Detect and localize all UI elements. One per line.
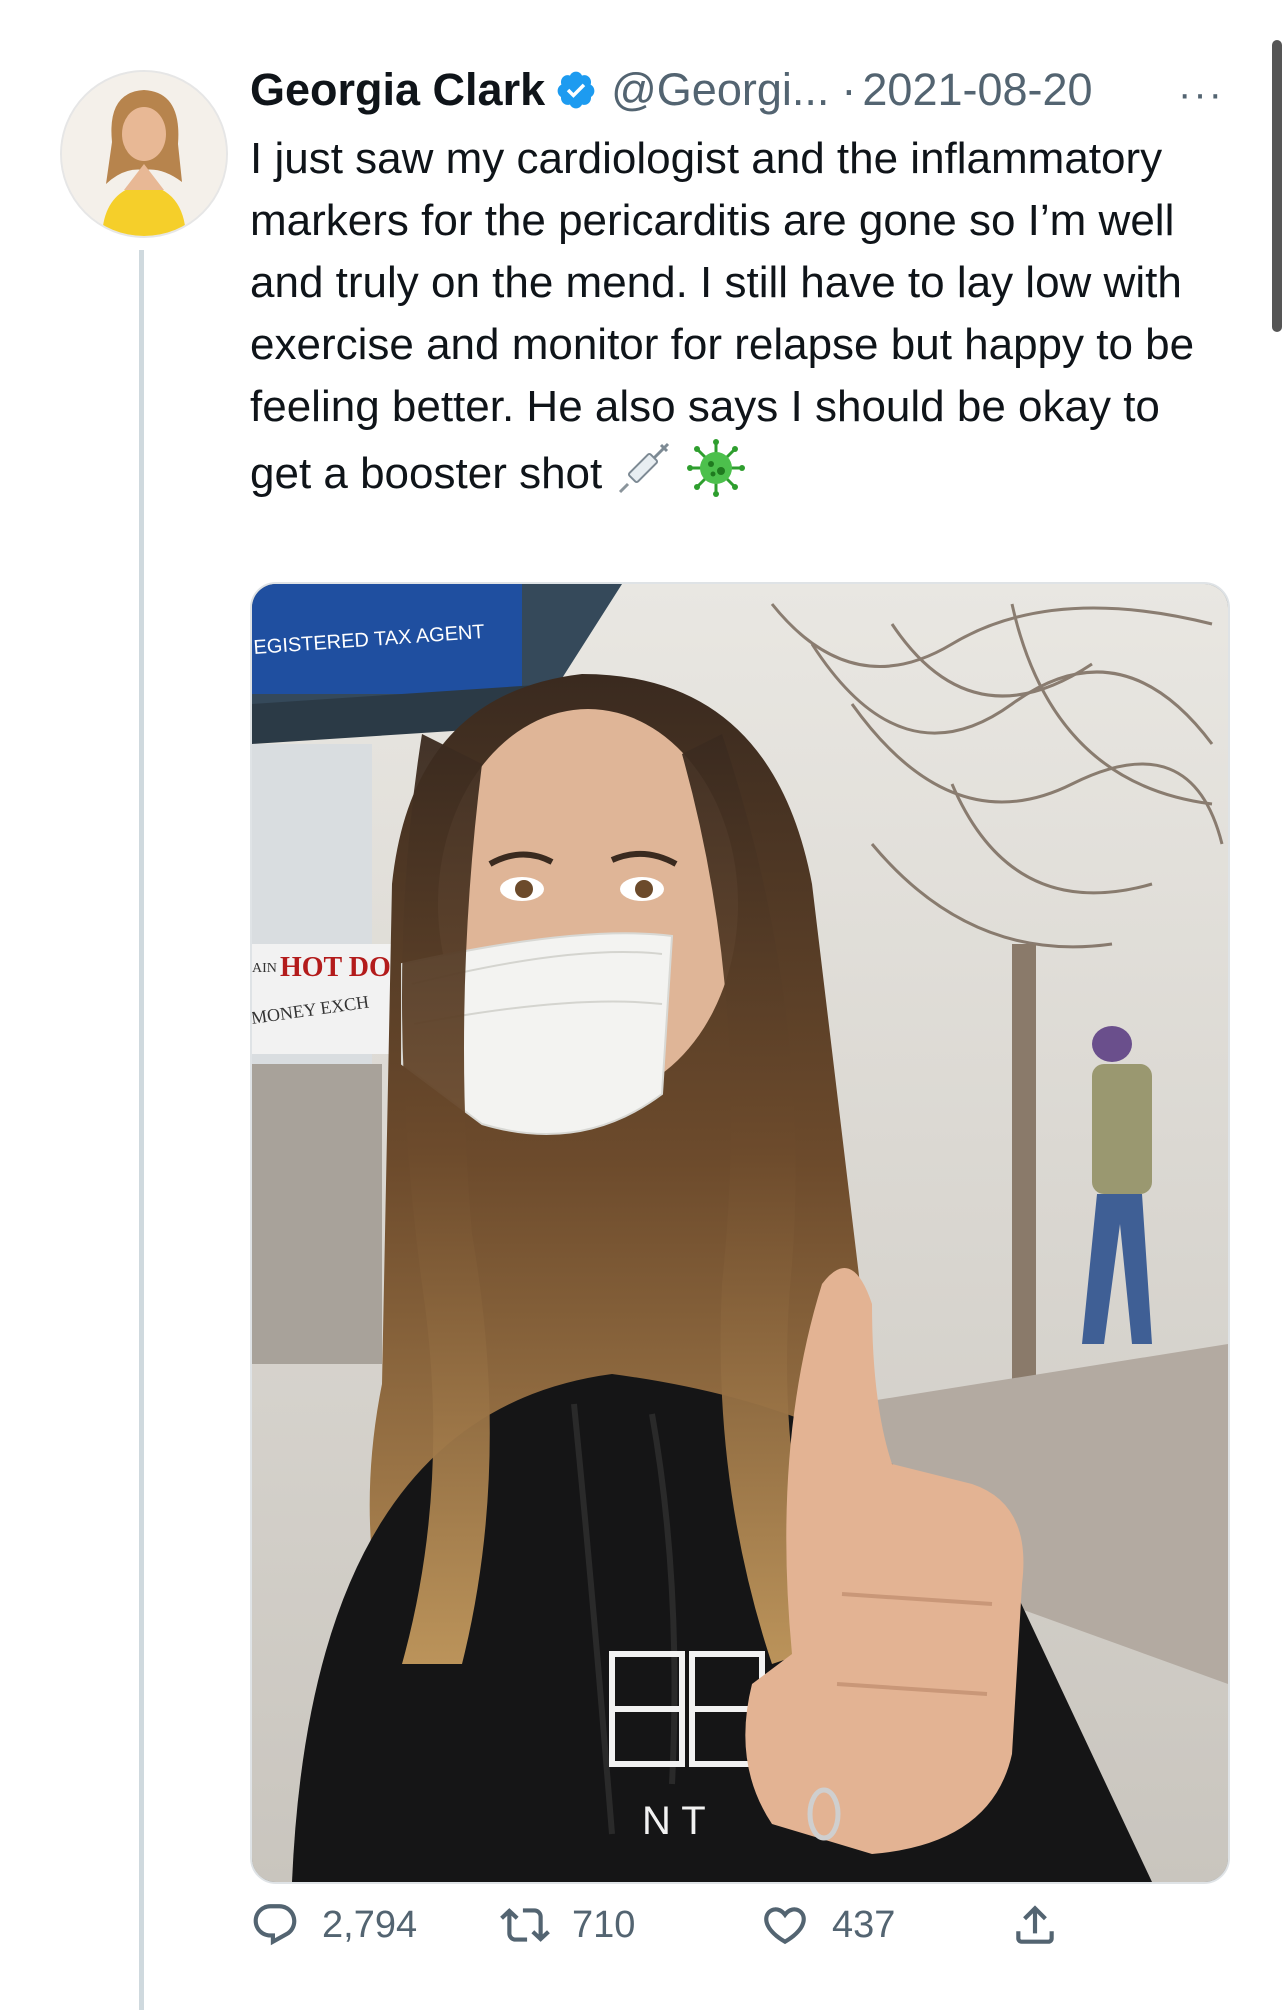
retweet-count: 710 [572,1903,636,1946]
syringe-icon [614,438,674,515]
retweet-button[interactable]: 710 [500,1900,635,1950]
heart-icon [764,1907,806,1945]
selfie-photo: EGISTERED TAX AGENT AIN HOT DO MONEY EXC… [252,584,1228,1882]
reply-button[interactable]: 2,794 [250,1900,417,1950]
main-sign: AIN [252,961,277,976]
hot-dog-sign: HOT DO [280,952,391,983]
tweet-date[interactable]: 2021-08-20 [862,64,1092,116]
virus-icon [686,438,746,515]
like-count: 437 [832,1903,896,1946]
avatar[interactable] [60,70,228,238]
thread-line [139,250,144,2010]
tweet-actions: 2,794 710 437 [250,1900,1250,1970]
share-icon [1016,1905,1054,1944]
tweet-photo[interactable]: EGISTERED TAX AGENT AIN HOT DO MONEY EXC… [250,582,1230,1884]
reply-icon [253,1904,297,1946]
more-options-icon[interactable]: ··· [1178,72,1224,117]
share-button[interactable] [1010,1900,1060,1950]
reply-count: 2,794 [322,1903,418,1946]
tweet-header: Georgia Clark @Georgi... · 2021-08-20 [250,60,1093,120]
scrollbar[interactable] [1272,40,1282,332]
separator-dot: · [841,64,857,115]
retweet-icon [500,1908,550,1942]
verified-badge-icon [555,69,597,111]
profile-photo [62,72,226,236]
author-handle[interactable]: @Georgi... [611,64,829,116]
tweet-text: I just saw my cardiologist and the infla… [250,128,1230,515]
like-button[interactable]: 437 [760,1900,895,1950]
sweatshirt-letters: N T [642,1799,706,1843]
author-name[interactable]: Georgia Clark [250,64,545,116]
